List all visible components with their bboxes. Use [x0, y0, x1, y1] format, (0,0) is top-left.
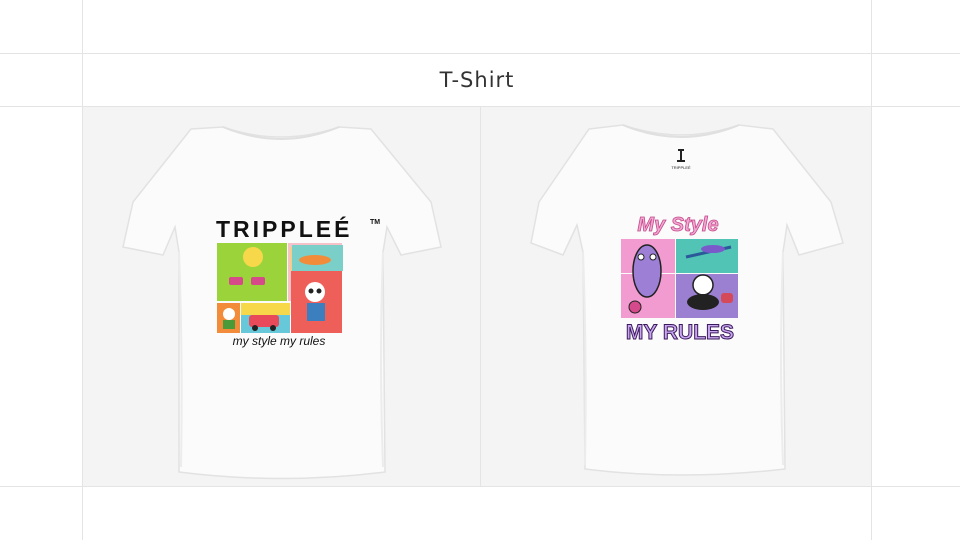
- comic-grid: [217, 243, 343, 333]
- bold-title: MY RULES: [626, 321, 734, 344]
- divider-bottom: [0, 486, 960, 487]
- tagline-text: my style my rules: [233, 334, 326, 348]
- tshirt-image-right: TRIPPLEÉ My Style MY RULES: [530, 124, 844, 476]
- script-title: My Style: [637, 214, 718, 236]
- trademark-text: TM: [370, 219, 380, 226]
- divider-right: [871, 0, 872, 540]
- logo-text: TRIPPLEÉ: [671, 165, 691, 170]
- tshirt-card-left[interactable]: TRIPPLEÉ TM my style my rules: [83, 107, 480, 486]
- tshirt-card-right[interactable]: TRIPPLEÉ My Style MY RULES: [481, 107, 871, 486]
- page-title: T-Shirt: [439, 68, 515, 92]
- tshirt-image-left: TRIPPLEÉ TM my style my rules: [122, 126, 442, 480]
- brand-text: TRIPPLEÉ: [216, 215, 352, 242]
- comic-grid-right: [621, 239, 738, 318]
